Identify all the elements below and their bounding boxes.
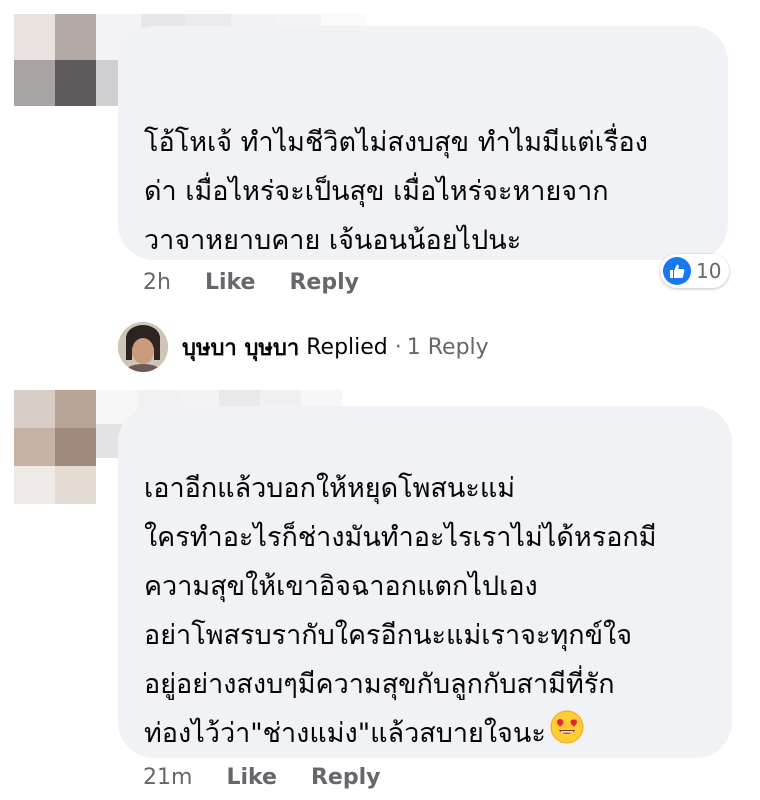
reaction-summary[interactable]: 10 <box>660 254 730 288</box>
reply-count[interactable]: 1 Reply <box>407 335 489 360</box>
comment-timestamp[interactable]: 2h <box>143 270 171 295</box>
comment-text-line: โอ้โหเจ้ ทำไมชีวิตไม่สงบสุข ทำไมมีแต่เรื… <box>144 127 648 158</box>
separator-dot: · <box>394 334 402 360</box>
blurred-avatar[interactable] <box>14 390 96 504</box>
comment-text-line: เอาอีกแล้วบอกให้หยุดโพสนะแม่ <box>144 473 516 504</box>
replier-names[interactable]: บุษบา บุษบา <box>182 330 299 365</box>
comment-timestamp[interactable]: 21m <box>143 765 192 790</box>
comment-text-line: อยู่อย่างสงบๆมีความสุขกับลูกกับสามีที่รั… <box>144 669 615 700</box>
comment-text-line: ด่า เมื่อไหร่จะเป็นสุข เมื่อไหร่จะหายจาก <box>144 176 609 207</box>
like-thumb-icon <box>663 257 691 285</box>
comment-text-line: ความสุขให้เขาอิจฉาอกแตกไปเอง <box>144 571 538 602</box>
comment-text-line: วาจาหยาบคาย เจ้นอนน้อยไปนะ <box>144 225 522 256</box>
comment-actions: 2h Like Reply <box>143 270 393 295</box>
comment-bubble: เอาอีกแล้วบอกให้หยุดโพสนะแม่ ใครทำอะไรก็… <box>118 406 732 758</box>
replied-label[interactable]: Replied <box>306 335 388 360</box>
reaction-count: 10 <box>696 259 722 283</box>
comment-text-line-last: ท่องไว้ว่า"ช่างแม่ง"แล้วสบายใจนะ <box>144 709 710 760</box>
like-button[interactable]: Like <box>226 765 277 790</box>
replies-row[interactable]: บุษบา บุษบา Replied · 1 Reply <box>118 322 489 372</box>
comment-text-line: อย่าโพสรบรากับใครอีกนะแม่เราจะทุกข์ใจ <box>144 620 633 651</box>
heart-eyes-emoji-icon <box>550 710 584 760</box>
comment-actions: 21m Like Reply <box>143 765 414 790</box>
reply-button[interactable]: Reply <box>311 765 381 790</box>
comment-text: ท่องไว้ว่า"ช่างแม่ง"แล้วสบายใจนะ <box>144 718 546 749</box>
blurred-avatar[interactable] <box>14 14 96 106</box>
like-button[interactable]: Like <box>205 270 256 295</box>
avatar[interactable] <box>118 322 168 372</box>
comment-bubble: โอ้โหเจ้ ทำไมชีวิตไม่สงบสุข ทำไมมีแต่เรื… <box>118 26 728 260</box>
reply-button[interactable]: Reply <box>289 270 359 295</box>
comment-text-line: ใครทำอะไรก็ช่างมันทำอะไรเราไม่ได้หรอกมี <box>144 522 657 553</box>
